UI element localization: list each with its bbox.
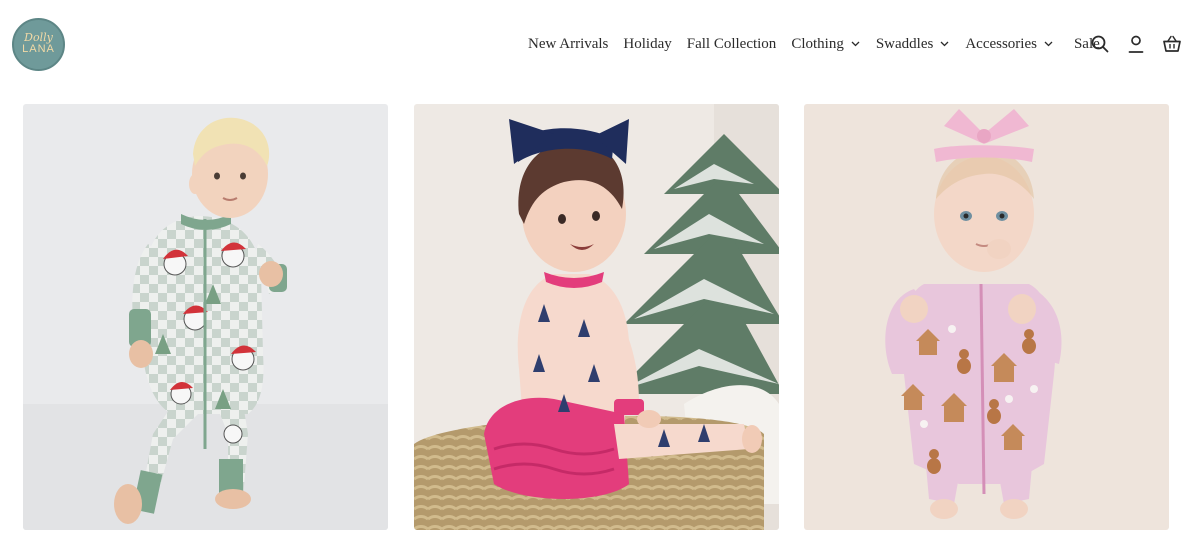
- nav-item-label: Accessories: [965, 35, 1037, 52]
- nav-item-swaddles[interactable]: Swaddles: [876, 36, 950, 53]
- nav-item-label: Clothing: [791, 35, 844, 52]
- account-icon[interactable]: [1126, 34, 1146, 54]
- nav-item-label: Swaddles: [875, 35, 934, 52]
- product-image-gingerbread-romper[interactable]: [804, 104, 1169, 530]
- nav-item-new-arrivals[interactable]: New Arrivals: [528, 36, 608, 53]
- product-card[interactable]: [804, 104, 1169, 530]
- header-icons: [1090, 33, 1182, 55]
- product-card[interactable]: [414, 104, 779, 530]
- cart-icon[interactable]: [1162, 34, 1182, 54]
- main-navigation: New Arrivals Holiday Fall Collection Clo…: [528, 33, 1100, 55]
- nav-item-accessories[interactable]: Accessories: [965, 36, 1053, 53]
- brand-logo[interactable]: Dolly LANA: [12, 18, 65, 71]
- nav-item-fall-collection[interactable]: Fall Collection: [687, 36, 777, 53]
- site-header: Dolly LANA New Arrivals Holiday Fall Col…: [0, 0, 1200, 90]
- nav-item-clothing[interactable]: Clothing: [791, 36, 860, 53]
- nav-item-label: Holiday: [623, 35, 672, 52]
- logo-script-text: Dolly: [24, 31, 53, 44]
- logo-caps-text: LANA: [22, 43, 55, 55]
- product-card[interactable]: [23, 104, 388, 530]
- nav-item-label: Fall Collection: [686, 35, 777, 52]
- chevron-down-icon: [940, 41, 949, 47]
- product-image-santa-romper[interactable]: [23, 104, 388, 530]
- nav-item-holiday[interactable]: Holiday: [623, 36, 671, 53]
- search-icon[interactable]: [1090, 34, 1110, 54]
- nav-item-label: New Arrivals: [528, 35, 609, 52]
- chevron-down-icon: [851, 41, 860, 47]
- product-grid: [23, 104, 1169, 530]
- product-image-tree-romper[interactable]: [414, 104, 779, 530]
- chevron-down-icon: [1044, 41, 1053, 47]
